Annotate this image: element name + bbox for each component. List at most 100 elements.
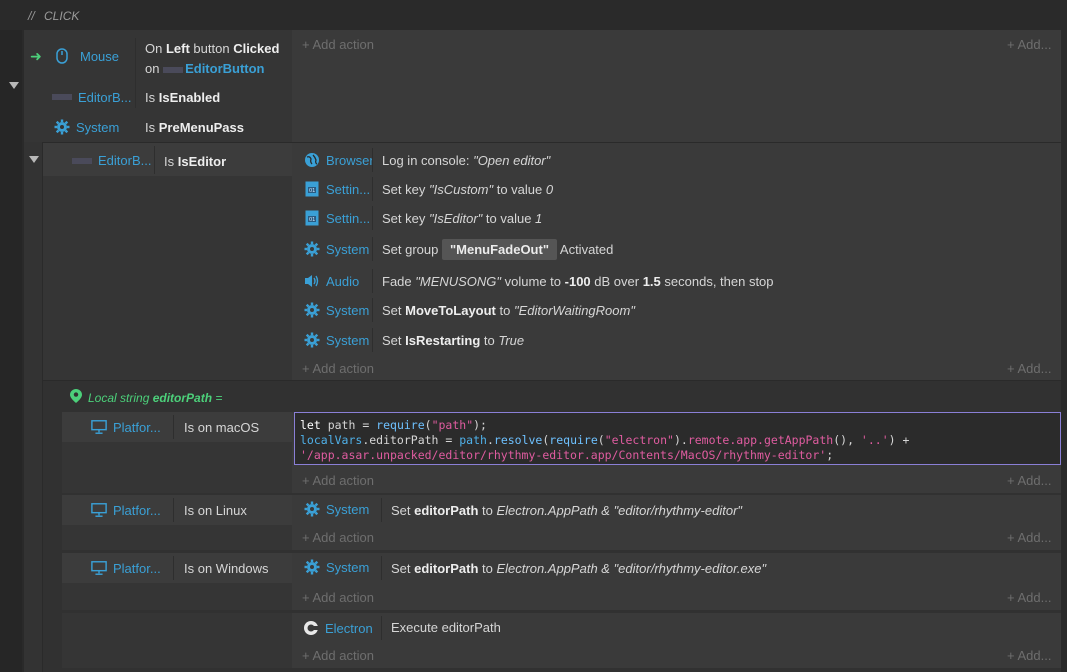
cond-text: Is <box>145 120 159 135</box>
condition-object-platform[interactable]: Platfor... <box>91 502 161 518</box>
action-row[interactable]: System Set group "MenuFadeOut" Activated <box>294 234 1061 264</box>
action-row[interactable]: 01 Settin... Set key "IsEditor" to value 1 <box>294 203 1061 233</box>
add-more-button[interactable]: + Add... <box>1007 590 1051 605</box>
action-object[interactable]: System <box>294 241 372 257</box>
code-token: ( <box>597 433 605 447</box>
action-text: to value <box>493 181 546 197</box>
add-action-button[interactable]: + Add action <box>302 37 374 52</box>
action-param: "MENUSONG" <box>415 273 502 289</box>
action-text: Set group <box>382 241 442 257</box>
add-action-button[interactable]: + Add action <box>302 648 374 663</box>
action-row[interactable]: System Set IsRestarting to True <box>294 325 1061 355</box>
dictionary-icon: 01 <box>304 181 320 197</box>
cond-bold: IsEditor <box>177 154 227 169</box>
action-object-label: System <box>326 241 370 257</box>
gear-icon <box>304 559 320 575</box>
action-row[interactable]: Audio Fade "MENUSONG" volume to -100 dB o… <box>294 266 1061 296</box>
cond-text: Is <box>164 154 178 169</box>
action-text: to <box>478 503 497 518</box>
condition-isenabled[interactable]: Is IsEnabled <box>145 90 220 105</box>
globe-icon <box>304 152 320 168</box>
action-row[interactable]: System Set MoveToLayout to "EditorWaiting… <box>294 295 1061 325</box>
action-object[interactable]: Audio <box>294 273 372 289</box>
javascript-code-block[interactable]: let path = require("path"); localVars.ed… <box>294 412 1061 465</box>
action-object[interactable]: Browser <box>294 152 372 168</box>
condition-object-editorbutton[interactable]: EditorB... <box>72 153 151 168</box>
monitor-icon <box>91 560 107 576</box>
code-token: ( <box>424 418 432 432</box>
code-token: "electron" <box>604 433 674 447</box>
condition-object-label: Mouse <box>80 48 120 64</box>
add-more-button[interactable]: + Add... <box>1007 37 1051 52</box>
add-more-button[interactable]: + Add... <box>1007 361 1051 376</box>
action-object[interactable]: System <box>294 332 372 348</box>
action-set-editorpath[interactable]: Set editorPath to Electron.AppPath & "ed… <box>391 561 766 576</box>
action-text: to <box>495 302 514 318</box>
add-action-button[interactable]: + Add action <box>302 530 374 545</box>
condition-premenupass[interactable]: Is PreMenuPass <box>145 120 244 135</box>
action-object[interactable]: 01 Settin... <box>294 181 372 197</box>
event-comment[interactable]: // CLICK <box>28 9 79 23</box>
code-token: (), <box>833 433 861 447</box>
divider <box>372 177 373 201</box>
collapse-subevent-toggle[interactable] <box>29 156 39 163</box>
collapse-event-toggle[interactable] <box>9 82 19 89</box>
action-object-system[interactable]: System <box>304 501 369 517</box>
condition-object-platform[interactable]: Platfor... <box>91 560 161 576</box>
condition-object-editorbutton[interactable]: EditorB... <box>52 89 131 105</box>
condition-object-platform[interactable]: Platfor... <box>91 419 161 435</box>
action-object-label: Settin... <box>326 181 371 197</box>
action-text: Set <box>391 503 415 518</box>
add-action-button[interactable]: + Add action <box>302 590 374 605</box>
divider <box>173 498 174 522</box>
condition-object-mouse[interactable]: Mouse <box>54 46 119 66</box>
action-param-bold: 1.5 <box>642 273 661 289</box>
cond-text: Is <box>145 90 159 105</box>
action-object[interactable]: System <box>294 302 372 318</box>
action-param: "IsEditor" <box>428 210 483 226</box>
condition-platform[interactable]: Is on Windows <box>184 561 269 576</box>
add-more-button[interactable]: + Add... <box>1007 473 1051 488</box>
comment-text: CLICK <box>44 9 80 23</box>
action-object[interactable]: 01 Settin... <box>294 210 372 226</box>
condition-platform[interactable]: Is on Linux <box>184 503 247 518</box>
action-param-bold: editorPath <box>414 503 479 518</box>
action-set-editorpath[interactable]: Set editorPath to Electron.AppPath & "ed… <box>391 503 742 518</box>
condition-platform[interactable]: Is on macOS <box>184 420 259 435</box>
code-token: '/app.asar.unpacked/editor/rhythmy-edito… <box>300 448 827 462</box>
action-row[interactable]: Browser Log in console: "Open editor" <box>294 145 1061 175</box>
code-token: path <box>459 433 487 447</box>
dictionary-icon: 01 <box>304 210 320 226</box>
action-param: "Open editor" <box>473 152 551 168</box>
local-variable[interactable]: Local string editorPath = <box>70 389 222 406</box>
condition-mouse-click[interactable]: On Left button Clicked on EditorButton <box>145 39 279 79</box>
action-row[interactable]: 01 Settin... Set key "IsCustom" to value 0 <box>294 174 1061 204</box>
action-text-group: Set MoveToLayout to "EditorWaitingRoom" <box>382 303 635 318</box>
local-var-eq: = <box>212 390 223 405</box>
code-token: ). <box>673 433 688 447</box>
add-more-button[interactable]: + Add... <box>1007 648 1051 663</box>
action-object-label: System <box>326 559 370 575</box>
cond-bold: Left <box>165 41 190 56</box>
code-token: . <box>486 433 494 447</box>
action-text: seconds, then stop <box>660 273 774 289</box>
action-object-system[interactable]: System <box>304 559 369 575</box>
condition-object-system[interactable]: System <box>54 118 119 136</box>
divider <box>173 556 174 580</box>
action-execute-editorpath[interactable]: Execute editorPath <box>391 620 501 635</box>
divider <box>372 269 373 293</box>
gear-icon <box>304 501 320 517</box>
action-text-group: Set group "MenuFadeOut" Activated <box>382 238 613 260</box>
action-text-group: Set key "IsCustom" to value 0 <box>382 182 553 197</box>
action-param: "EditorWaitingRoom" <box>513 302 635 318</box>
action-object-electron[interactable]: Electron <box>303 618 373 638</box>
condition-iseditor[interactable]: Is IsEditor <box>164 154 226 169</box>
action-text: Set <box>382 332 406 348</box>
add-action-button[interactable]: + Add action <box>302 361 374 376</box>
mouse-icon <box>54 48 70 64</box>
action-text-group: Set IsRestarting to True <box>382 333 524 348</box>
action-object-label: Browser <box>326 152 372 168</box>
add-more-button[interactable]: + Add... <box>1007 530 1051 545</box>
add-action-button[interactable]: + Add action <box>302 473 374 488</box>
event-conditions <box>43 143 292 380</box>
